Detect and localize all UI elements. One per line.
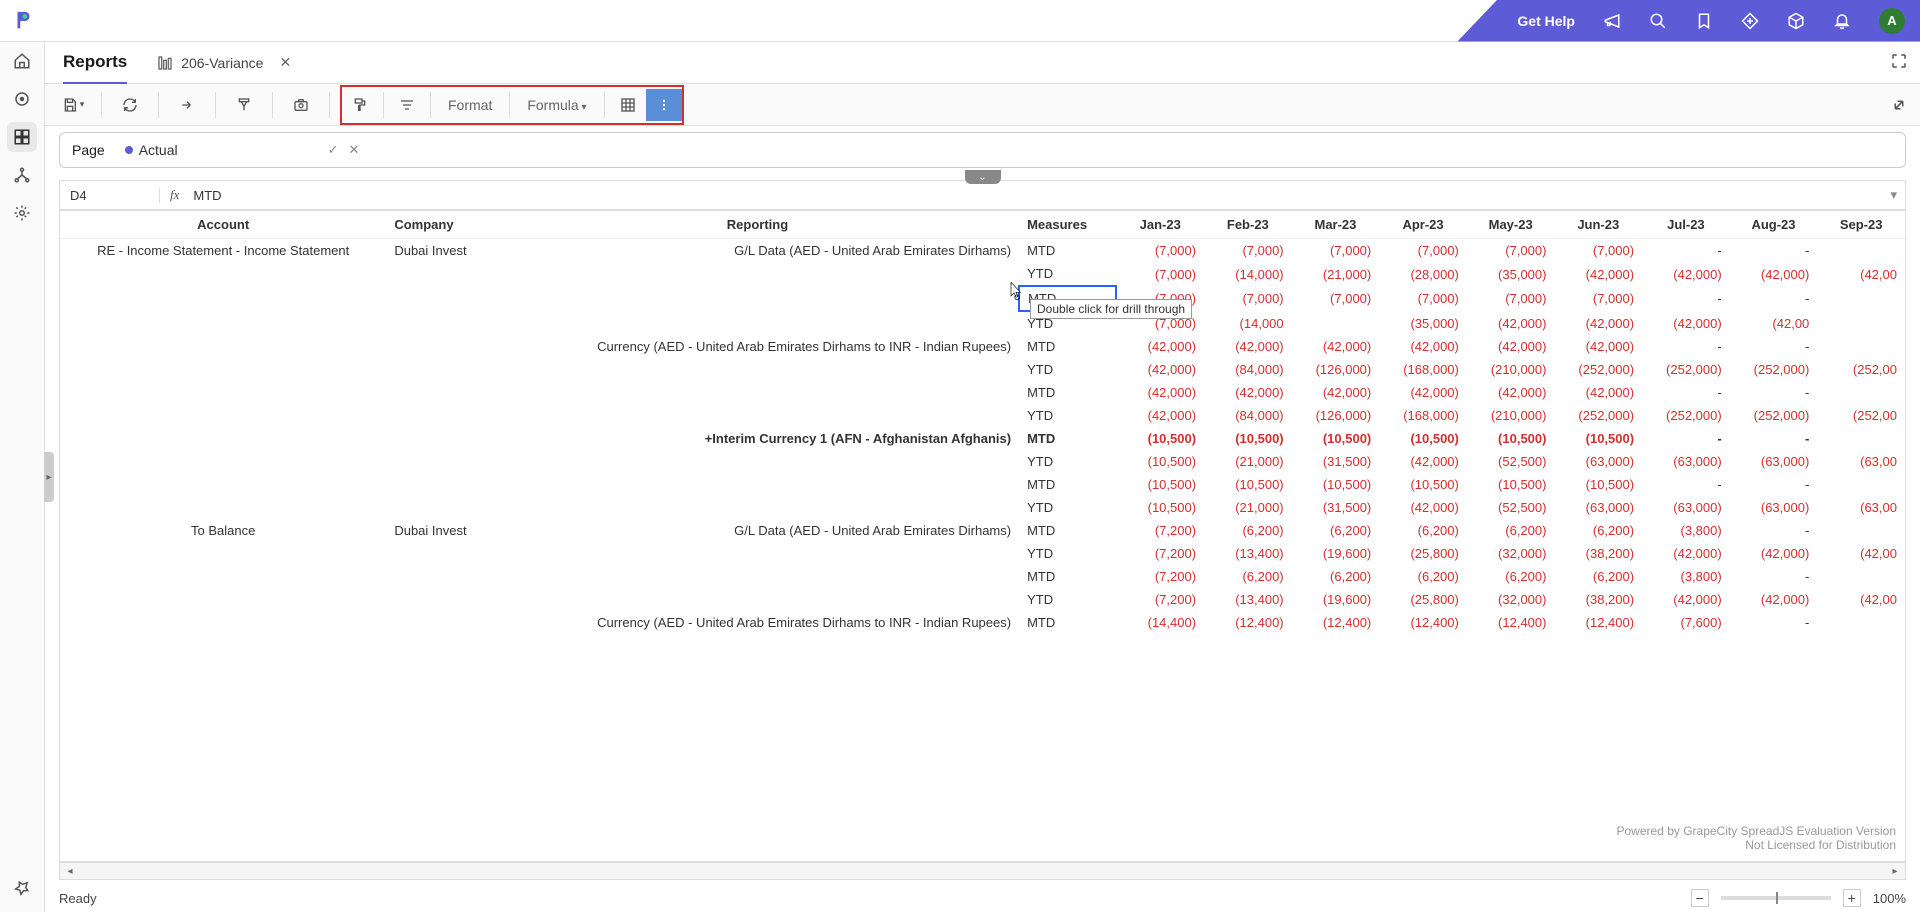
- avatar[interactable]: A: [1879, 8, 1905, 34]
- camera-button[interactable]: [283, 89, 319, 121]
- col-reporting[interactable]: Reporting: [496, 211, 1019, 239]
- formula-button[interactable]: Formula: [515, 97, 598, 113]
- zoom-slider[interactable]: [1721, 896, 1831, 900]
- get-help-link[interactable]: Get Help: [1517, 13, 1575, 29]
- table-row[interactable]: RE - Income Statement - Income Statement…: [60, 239, 1905, 263]
- tab-label: 206-Variance: [181, 55, 263, 71]
- save-button[interactable]: ▾: [55, 89, 91, 121]
- megaphone-icon[interactable]: [1603, 12, 1621, 30]
- col-month[interactable]: Jan-23: [1116, 211, 1204, 239]
- pin-icon[interactable]: [13, 879, 31, 897]
- paint-button[interactable]: [342, 89, 378, 121]
- filter-button[interactable]: [226, 89, 262, 121]
- grid-icon[interactable]: [13, 128, 31, 146]
- table-row[interactable]: YTD(7,000)(14,000(35,000)(42,000)(42,000…: [60, 311, 1905, 335]
- app-logo[interactable]: [0, 10, 45, 32]
- fx-icon: fx: [160, 187, 189, 203]
- col-month[interactable]: Feb-23: [1204, 211, 1292, 239]
- col-month[interactable]: Mar-23: [1292, 211, 1380, 239]
- col-month[interactable]: May-23: [1467, 211, 1555, 239]
- page-filter-box: Page Actual ✓ ✕: [59, 132, 1906, 168]
- status-dot-icon: [125, 146, 133, 154]
- bell-icon[interactable]: [1833, 12, 1851, 30]
- format-button[interactable]: Format: [436, 97, 504, 113]
- hierarchy-icon[interactable]: [13, 166, 31, 184]
- table-row[interactable]: MTD(10,500)(10,500)(10,500)(10,500)(10,5…: [60, 473, 1905, 496]
- gear-icon[interactable]: [13, 204, 31, 222]
- horizontal-scrollbar[interactable]: ◂ ▸: [59, 862, 1906, 880]
- cube-icon[interactable]: [1787, 12, 1805, 30]
- search-icon[interactable]: [1649, 12, 1667, 30]
- table-row[interactable]: MTD(7,200)(6,200)(6,200)(6,200)(6,200)(6…: [60, 565, 1905, 588]
- table-row[interactable]: YTD(7,200)(13,400)(19,600)(25,800)(32,00…: [60, 588, 1905, 611]
- scroll-left-icon[interactable]: ◂: [62, 863, 78, 879]
- table-row[interactable]: To BalanceDubai InvestG/L Data (AED - Un…: [60, 519, 1905, 542]
- bookmark-icon[interactable]: [1695, 12, 1713, 30]
- page-tag-text: Actual: [139, 142, 178, 158]
- cell-reference-input[interactable]: D4: [60, 188, 160, 203]
- diamond-icon[interactable]: [1741, 12, 1759, 30]
- table-row[interactable]: YTD(10,500)(21,000)(31,500)(42,000)(52,5…: [60, 450, 1905, 473]
- table-row[interactable]: YTD(10,500)(21,000)(31,500)(42,000)(52,5…: [60, 496, 1905, 519]
- table-row[interactable]: YTD(7,200)(13,400)(19,600)(25,800)(32,00…: [60, 542, 1905, 565]
- col-month[interactable]: Apr-23: [1379, 211, 1467, 239]
- page-filter-tag[interactable]: Actual: [125, 142, 178, 158]
- col-month[interactable]: Jul-23: [1642, 211, 1730, 239]
- table-button[interactable]: [610, 89, 646, 121]
- check-icon[interactable]: ✓: [328, 142, 339, 158]
- zoom-out-button[interactable]: −: [1691, 889, 1709, 907]
- open-tab[interactable]: 206-Variance ✕: [157, 54, 291, 71]
- page-label: Page: [72, 142, 105, 158]
- highlighted-toolbar-group: Format Formula: [340, 85, 684, 125]
- col-account[interactable]: Account: [60, 211, 386, 239]
- zoom-level: 100%: [1873, 891, 1906, 906]
- table-row[interactable]: MTD(7,000)(7,000)(7,000)(7,000)(7,000)(7…: [60, 286, 1905, 311]
- scroll-right-icon[interactable]: ▸: [1887, 863, 1903, 879]
- status-text: Ready: [59, 891, 97, 906]
- table-row[interactable]: MTD(42,000)(42,000)(42,000)(42,000)(42,0…: [60, 381, 1905, 404]
- variance-icon: [157, 55, 173, 71]
- export-button[interactable]: [169, 89, 205, 121]
- zoom-in-button[interactable]: +: [1843, 889, 1861, 907]
- section-title[interactable]: Reports: [63, 52, 127, 85]
- close-icon[interactable]: ✕: [279, 54, 291, 71]
- col-month[interactable]: Aug-23: [1730, 211, 1818, 239]
- col-month[interactable]: Jun-23: [1554, 211, 1642, 239]
- fullscreen-icon[interactable]: [1890, 52, 1908, 70]
- table-row[interactable]: YTD(7,000)(14,000)(21,000)(28,000)(35,00…: [60, 262, 1905, 286]
- table-row[interactable]: Currency (AED - United Arab Emirates Dir…: [60, 335, 1905, 358]
- col-company[interactable]: Company: [386, 211, 496, 239]
- data-grid[interactable]: AccountCompanyReportingMeasuresJan-23Feb…: [59, 210, 1906, 862]
- col-measures[interactable]: Measures: [1019, 211, 1116, 239]
- col-month[interactable]: Sep-23: [1817, 211, 1905, 239]
- more-options-button[interactable]: [646, 89, 682, 121]
- table-row[interactable]: YTD(42,000)(84,000)(126,000)(168,000)(21…: [60, 404, 1905, 427]
- sidebar-expand-handle[interactable]: ▸: [44, 452, 54, 502]
- table-row[interactable]: YTD(42,000)(84,000)(126,000)(168,000)(21…: [60, 358, 1905, 381]
- table-row[interactable]: Currency (AED - United Arab Emirates Dir…: [60, 611, 1905, 634]
- sort-button[interactable]: [389, 89, 425, 121]
- collapse-handle[interactable]: ⌄: [965, 170, 1001, 184]
- expand-icon[interactable]: [1890, 96, 1908, 114]
- home-icon[interactable]: [13, 52, 31, 70]
- refresh-button[interactable]: [112, 89, 148, 121]
- table-row[interactable]: +Interim Currency 1 (AFN - Afghanistan A…: [60, 427, 1905, 450]
- formula-dropdown-icon[interactable]: ▾: [1882, 187, 1905, 203]
- formula-input[interactable]: MTD: [189, 188, 1882, 203]
- target-icon[interactable]: [13, 90, 31, 108]
- close-filter-icon[interactable]: ✕: [349, 142, 360, 158]
